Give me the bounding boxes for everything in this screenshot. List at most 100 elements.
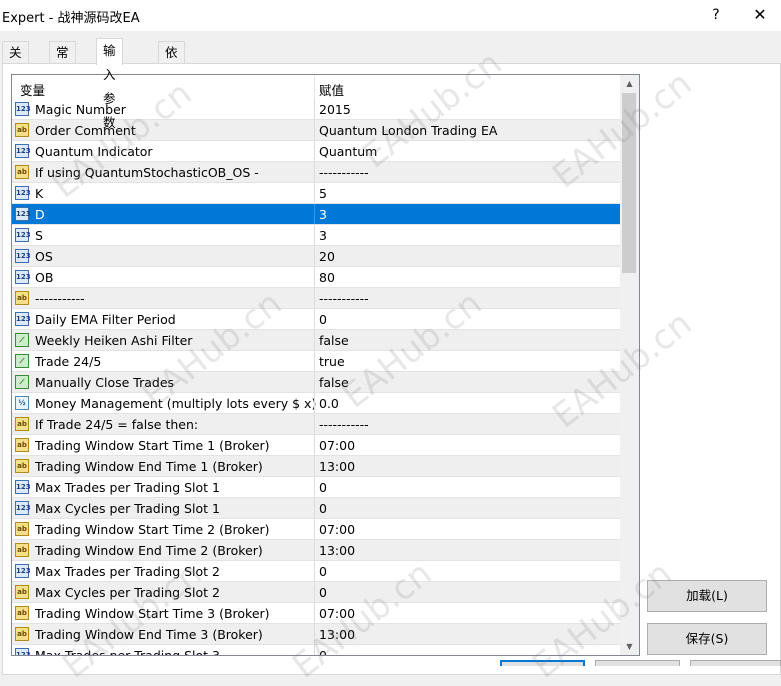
cell-divider (314, 183, 315, 204)
parameter-value[interactable]: ----------- (319, 291, 369, 306)
cell-divider (314, 204, 315, 225)
reset-button[interactable] (690, 660, 781, 666)
table-row[interactable]: 123 S 3 (12, 225, 620, 246)
table-row[interactable]: ab Trading Window Start Time 1 (Broker) 07… (12, 435, 620, 456)
tab-inputs[interactable]: 输入参数 (96, 38, 123, 130)
parameter-value[interactable]: 07:00 (319, 522, 355, 537)
cell-divider (314, 477, 315, 498)
cell-divider (314, 351, 315, 372)
title-bar: Expert - 战神源码改EA ? ✕ (0, 0, 781, 31)
table-row[interactable]: 123 Max Trades per Trading Slot 20 (12, 561, 620, 582)
parameter-value[interactable]: 2015 (319, 102, 351, 117)
table-row[interactable]: ab If Trade 24/5 = false then: ----------- (12, 414, 620, 435)
integer-type-icon: 123 (15, 648, 31, 655)
parameter-name: Trading Window End Time 1 (Broker) (35, 459, 263, 474)
table-row[interactable]: 123 OS 20 (12, 246, 620, 267)
tab-about[interactable]: 关于 (2, 41, 29, 82)
cell-divider (314, 246, 315, 267)
integer-type-icon: 123 (15, 249, 31, 263)
parameter-name: K (35, 186, 44, 201)
integer-type-icon: 123 (15, 186, 31, 200)
parameter-value[interactable]: ----------- (319, 165, 369, 180)
cell-divider (314, 267, 315, 288)
cell-divider (314, 225, 315, 246)
parameter-value[interactable]: 0 (319, 312, 327, 327)
table-row[interactable]: ⟋ Weekly Heiken Ashi Filter false (12, 330, 620, 351)
cell-divider (314, 288, 315, 309)
parameter-value[interactable]: false (319, 333, 349, 348)
parameter-value[interactable]: 0 (319, 501, 327, 516)
cell-divider (314, 498, 315, 519)
string-type-icon: ab (15, 438, 29, 452)
cell-divider (314, 309, 315, 330)
string-type-icon: ab (15, 543, 29, 557)
integer-type-icon: 123 (15, 228, 31, 242)
parameter-value[interactable]: 0.0 (319, 396, 339, 411)
integer-type-icon: 123 (15, 480, 31, 494)
column-separator[interactable] (314, 75, 315, 99)
cell-divider (314, 372, 315, 393)
parameter-value[interactable]: 3 (319, 207, 327, 222)
parameter-name: If Trade 24/5 = false then: (35, 417, 199, 432)
integer-type-icon: 123 (15, 207, 31, 221)
parameter-value[interactable]: ----------- (319, 417, 369, 432)
parameter-value[interactable]: 0 (319, 564, 327, 579)
parameter-value[interactable]: 20 (319, 249, 335, 264)
parameter-value[interactable]: true (319, 354, 345, 369)
scroll-up-icon[interactable]: ▲ (620, 75, 639, 92)
double-type-icon: ½ (15, 396, 29, 410)
parameter-value[interactable]: 5 (319, 186, 327, 201)
parameter-name: Trading Window Start Time 2 (Broker) (35, 522, 270, 537)
string-type-icon: ab (15, 585, 29, 599)
boolean-type-icon: ⟋ (15, 333, 29, 347)
cell-divider (314, 435, 315, 456)
table-row[interactable]: 123 Max Cycles per Trading Slot 1 0 (12, 498, 620, 519)
table-row[interactable]: 123 K 5 (12, 183, 620, 204)
table-row[interactable]: ⟋ Trade 24/5 true (12, 351, 620, 372)
close-button[interactable]: ✕ (745, 2, 775, 28)
string-type-icon: ab (15, 291, 29, 305)
parameter-name: Max Cycles per Trading Slot 1 (35, 501, 220, 516)
parameter-value[interactable]: 07:00 (319, 438, 355, 453)
integer-type-icon: 123 (15, 270, 31, 284)
column-header-value[interactable]: 赋值 (319, 80, 344, 99)
parameter-value[interactable]: 80 (319, 270, 335, 285)
parameter-value[interactable]: 13:00 (319, 459, 355, 474)
boolean-type-icon: ⟋ (15, 375, 29, 389)
cell-divider (314, 603, 315, 624)
parameter-value[interactable]: 0 (319, 585, 327, 600)
parameter-name: ----------- (35, 291, 85, 306)
table-row[interactable]: ab ----------- ----------- (12, 288, 620, 309)
table-row[interactable]: ½ Money Management (multiply lots every $… (12, 393, 620, 414)
save-button[interactable]: 保存(S) (647, 623, 767, 655)
tab-dependencies[interactable]: 依存关系 (158, 41, 185, 126)
parameter-name: OS (35, 249, 53, 264)
parameter-value[interactable]: 3 (319, 228, 327, 243)
cancel-button[interactable] (595, 660, 680, 666)
table-row[interactable]: ab Trading Window End Time 1 (Broker) 13:0… (12, 456, 620, 477)
table-row[interactable]: ab Trading Window Start Time 2 (Broker) 07… (12, 519, 620, 540)
table-row[interactable]: 123 Max Trades per Trading Slot 1 0 (12, 477, 620, 498)
table-row[interactable]: ab Max Cycles per Trading Slot 20 (12, 582, 620, 603)
column-header-variable[interactable]: 变量 (20, 80, 45, 99)
parameter-name: Trade 24/5 (35, 354, 102, 369)
cell-divider (314, 162, 315, 183)
table-row[interactable]: 123 OB 80 (12, 267, 620, 288)
table-row[interactable]: ⟋ Manually Close Trades false (12, 372, 620, 393)
table-row[interactable]: 123 D 3 (12, 204, 620, 225)
parameter-value[interactable]: 13:00 (319, 543, 355, 558)
parameter-value[interactable]: 0 (319, 480, 327, 495)
scroll-down-icon[interactable]: ▼ (620, 638, 639, 655)
integer-type-icon: 123 (15, 144, 31, 158)
help-button[interactable]: ? (703, 2, 729, 28)
table-row[interactable]: 123 Daily EMA Filter Period 0 (12, 309, 620, 330)
string-type-icon: ab (15, 165, 29, 179)
parameter-name: Trading Window End Time 2 (Broker) (35, 543, 263, 558)
integer-type-icon: 123 (15, 312, 31, 326)
table-row[interactable]: ab Trading Window End Time 2 (Broker) 13:0… (12, 540, 620, 561)
boolean-type-icon: ⟋ (15, 354, 29, 368)
cell-divider (314, 393, 315, 414)
string-type-icon: ab (15, 606, 29, 620)
cell-divider (314, 99, 315, 120)
tab-common[interactable]: 常用 (49, 41, 76, 82)
